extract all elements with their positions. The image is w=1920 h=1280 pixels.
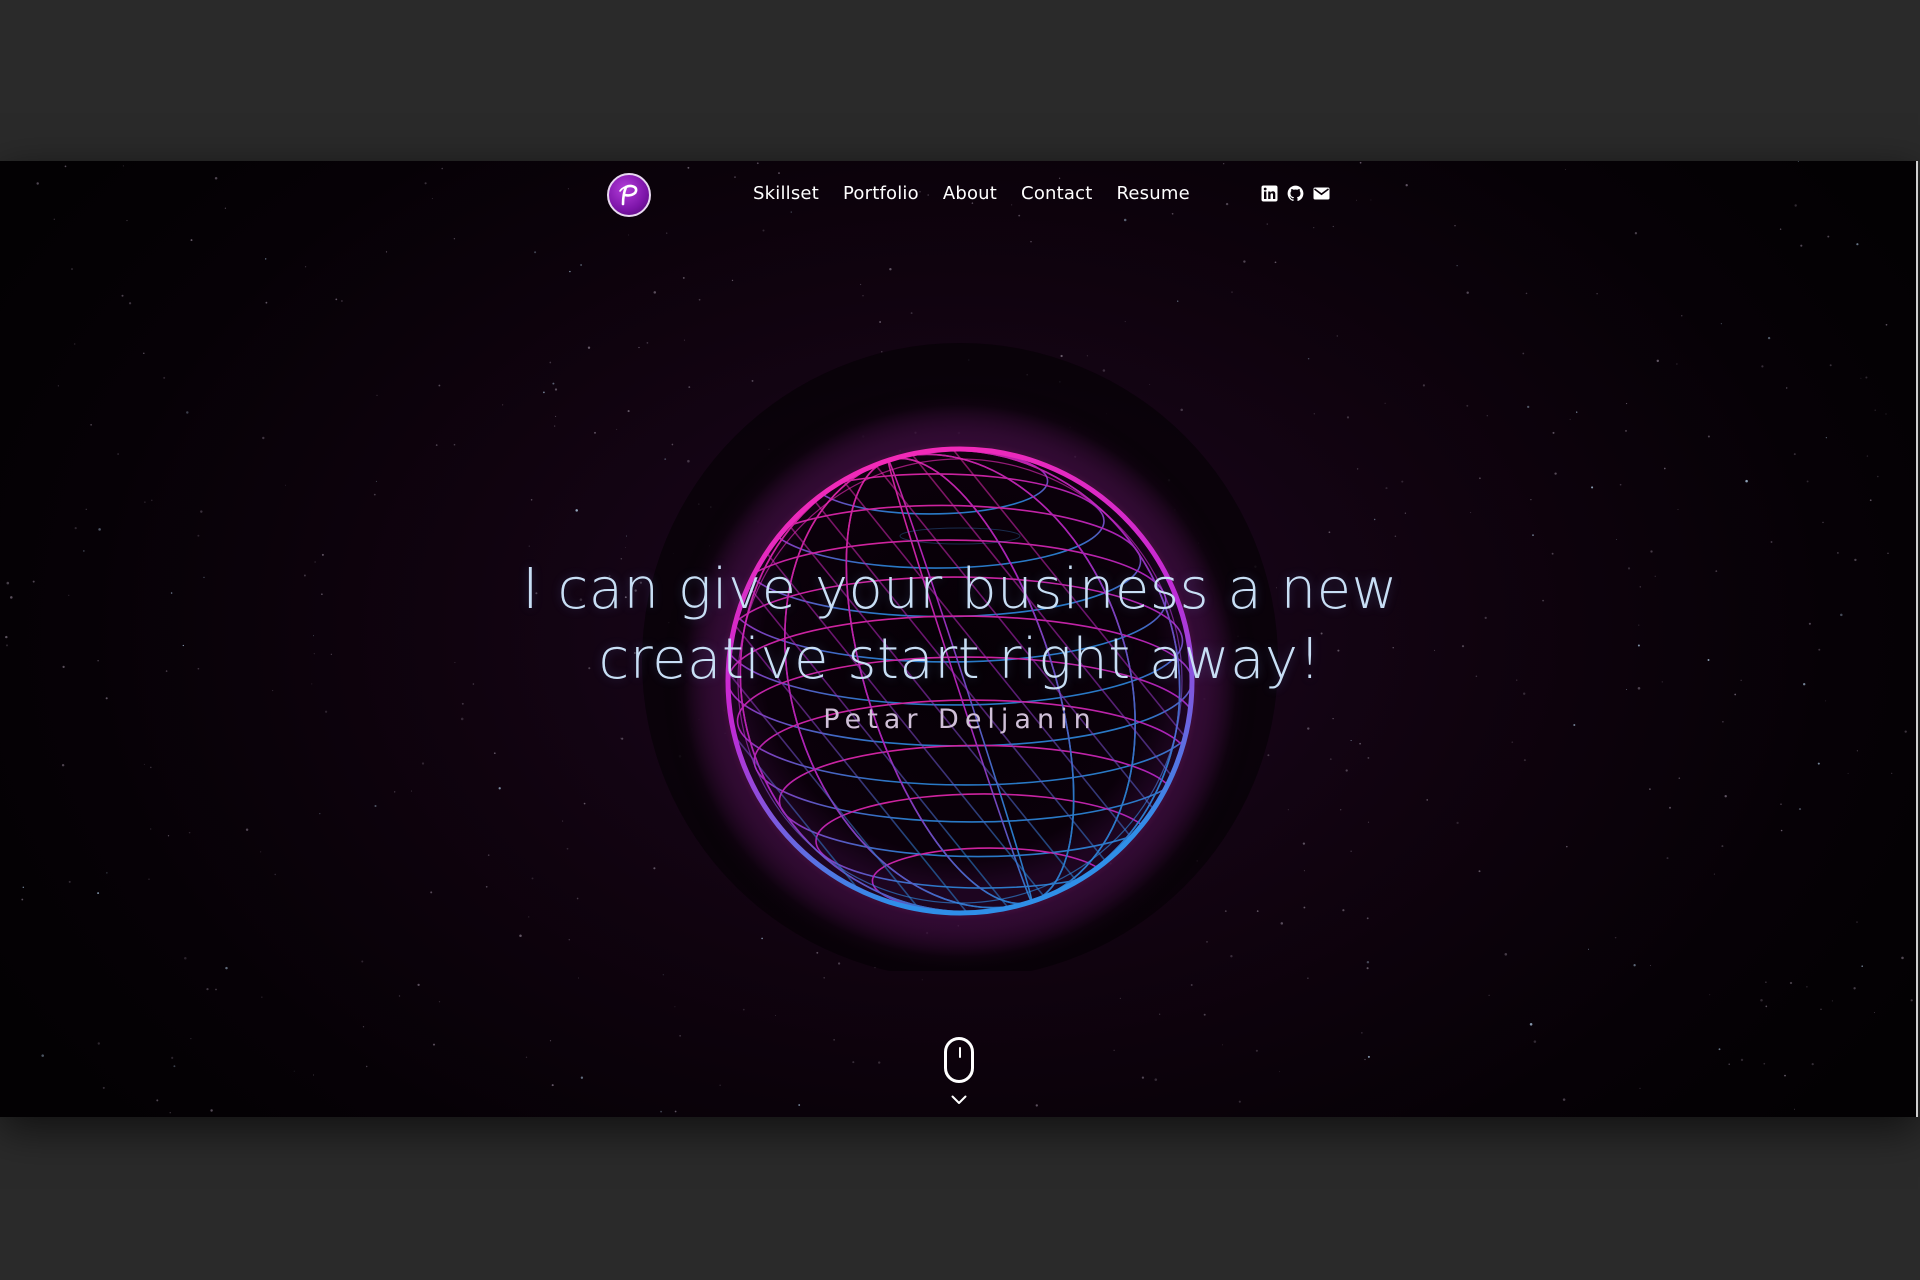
p-monogram-logo-icon — [619, 184, 638, 206]
nav-item-resume[interactable]: Resume — [1116, 183, 1189, 204]
hero-headline: I can give your business a new creative … — [460, 555, 1460, 695]
nav-item-about[interactable]: About — [943, 183, 997, 204]
hero-section: Skillset Portfolio About Contact Resume — [0, 161, 1918, 1117]
social-links — [1261, 185, 1330, 202]
logo-button[interactable] — [607, 173, 651, 217]
author-name: Petar Deljanin — [823, 704, 1097, 735]
main-nav: Skillset Portfolio About Contact Resume — [753, 183, 1190, 204]
nav-item-portfolio[interactable]: Portfolio — [843, 183, 919, 204]
mail-icon[interactable] — [1313, 185, 1330, 202]
chevron-down-icon[interactable] — [951, 1095, 967, 1105]
nav-item-contact[interactable]: Contact — [1021, 183, 1092, 204]
nav-item-skillset[interactable]: Skillset — [753, 183, 819, 204]
linkedin-icon[interactable] — [1261, 185, 1278, 202]
mouse-scroll-icon[interactable] — [944, 1037, 974, 1083]
headline-line-1: I can give your business a new — [522, 557, 1398, 622]
github-icon[interactable] — [1287, 185, 1304, 202]
mouse-wheel — [959, 1047, 961, 1058]
window-edge — [1916, 161, 1918, 1117]
headline-line-2: creative start right away! — [598, 627, 1322, 692]
